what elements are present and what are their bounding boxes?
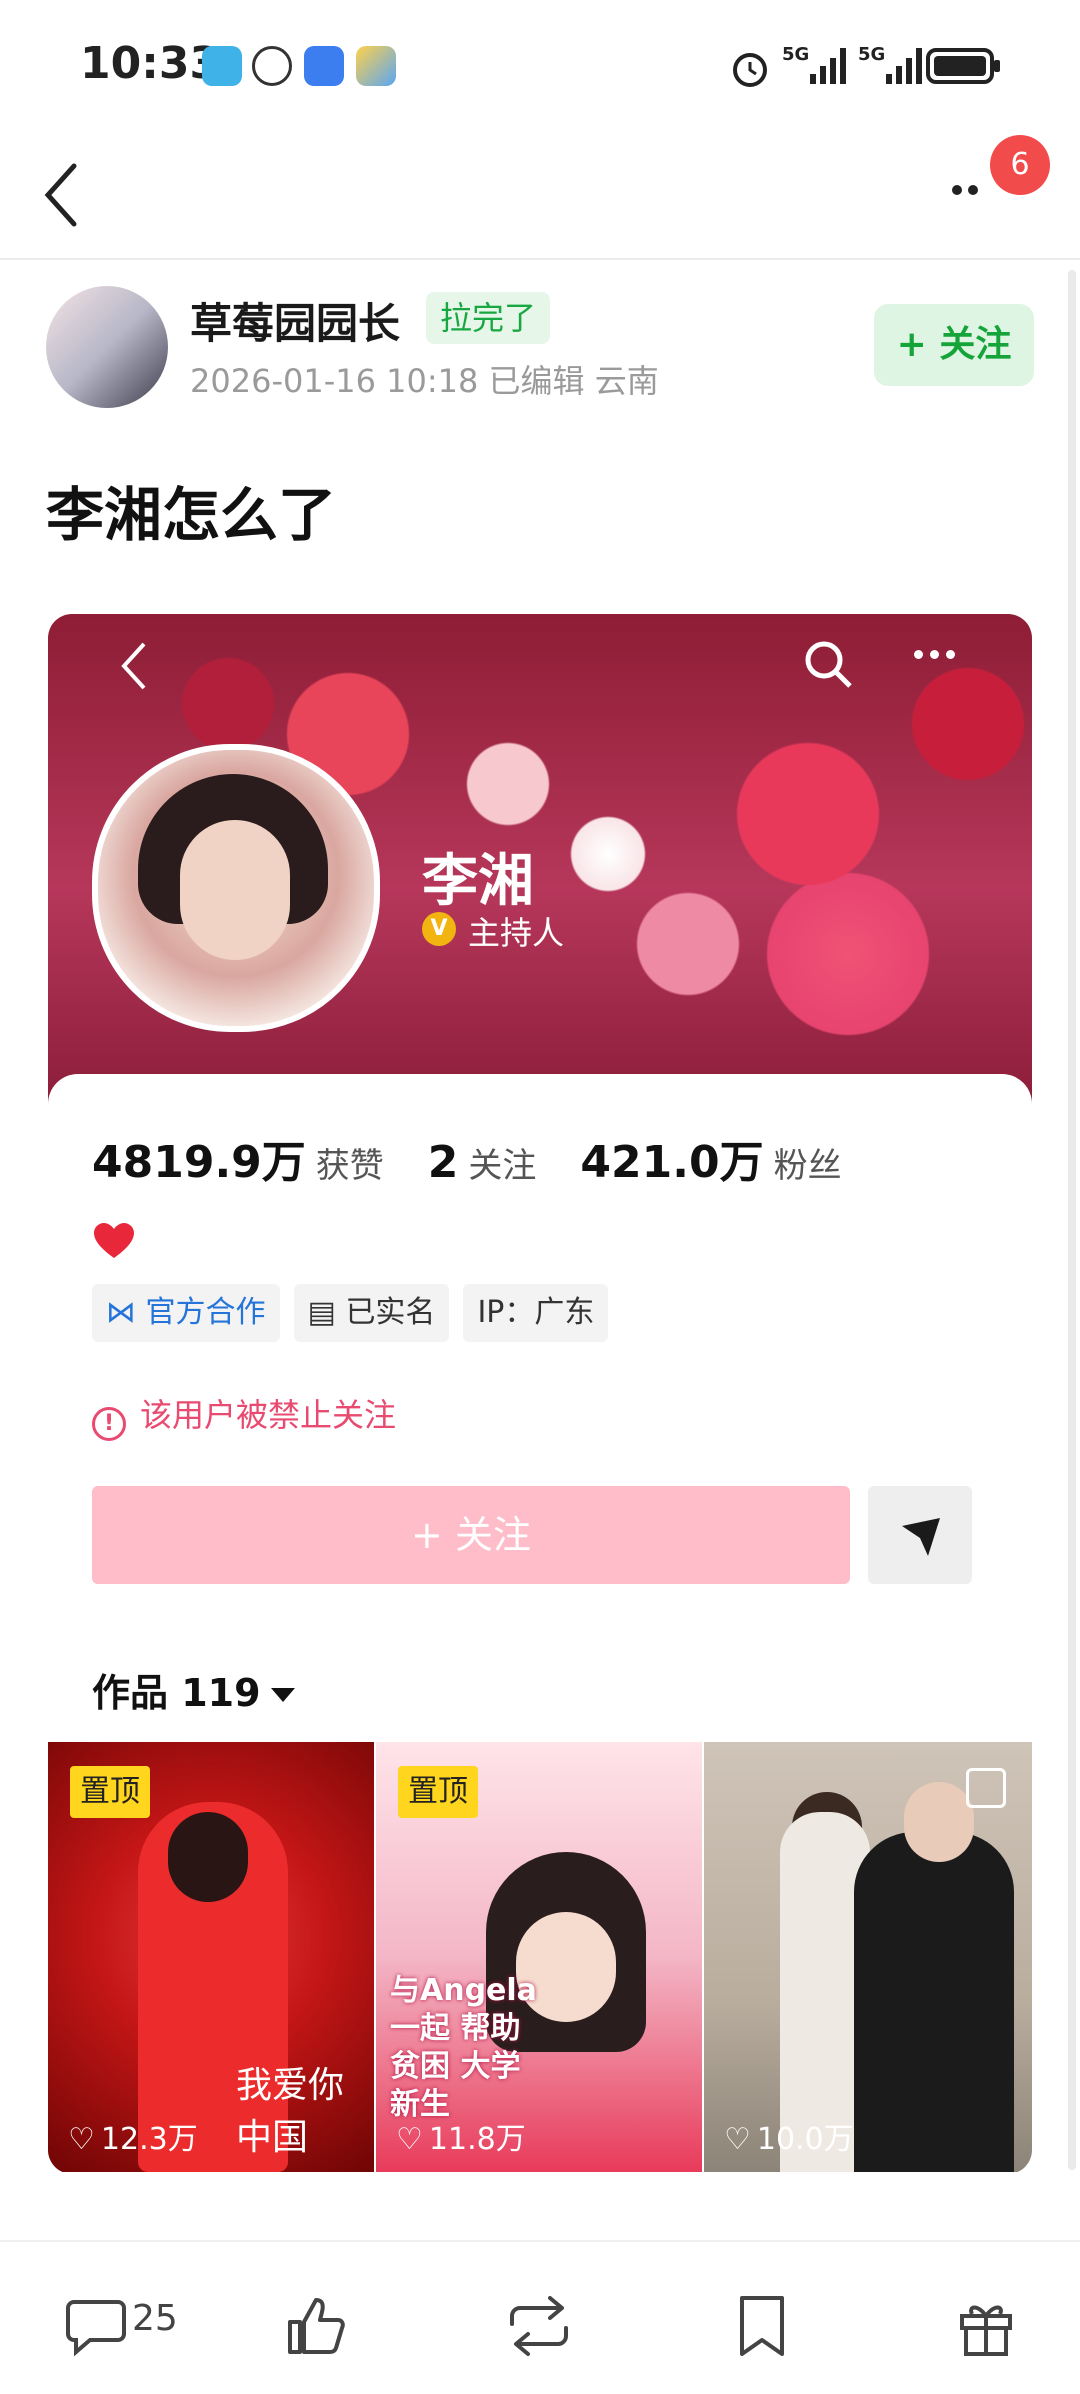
profile-name: 李湘	[422, 849, 534, 914]
notification-badge: 6	[990, 135, 1050, 195]
id-card-icon: ▤	[307, 1295, 346, 1330]
gift-icon[interactable]	[956, 2294, 1016, 2358]
likes-label: 获赞	[315, 1146, 384, 1186]
caret-down-icon	[270, 1688, 295, 1702]
svg-text:5G: 5G	[858, 44, 885, 65]
bookmark-icon[interactable]	[734, 2294, 790, 2358]
work-thumbnail: 我爱你中国 置顶 ♡ 12.3万	[48, 1742, 374, 2172]
status-bar: 10:33 5G 5G	[0, 0, 1080, 132]
followers-label: 粉丝	[773, 1146, 842, 1186]
back-icon[interactable]	[40, 160, 80, 230]
post-meta: 2026-01-16 10:18 已编辑 云南	[190, 362, 659, 400]
works-grid: 我爱你中国 置顶 ♡ 12.3万 与Angela 一起 帮助贫困 大学新生 置顶 …	[48, 1742, 1032, 2172]
profile-tags: ⋈ 官方合作 ▤ 已实名 IP：广东	[92, 1284, 622, 1342]
scrollbar[interactable]	[1068, 270, 1076, 2170]
thumbnail-likes: ♡ 12.3万	[68, 2122, 198, 2157]
thumbnail-text: 我爱你中国	[236, 2065, 345, 2158]
top-nav	[0, 132, 1080, 260]
warning-icon: !	[92, 1407, 126, 1441]
following-count: 2	[427, 1137, 459, 1188]
more-menu-icon[interactable]	[952, 180, 984, 199]
heart-outline-icon: ♡	[68, 2122, 95, 2157]
send-message-button	[868, 1486, 972, 1584]
back-icon	[121, 642, 146, 690]
ip-location-tag: IP：广东	[463, 1284, 609, 1342]
likes-count: 4819.9万	[92, 1137, 306, 1188]
chat-app-icon	[304, 46, 344, 86]
profile-banner: 李湘 V 主持人	[48, 614, 1032, 1114]
thumbnail-caption: 与Angela 一起 帮助贫困 大学新生	[390, 1973, 537, 2122]
comment-icon[interactable]	[64, 2294, 128, 2358]
handshake-icon: ⋈	[106, 1295, 146, 1330]
thumbnail-likes: ♡ 11.8万	[396, 2122, 526, 2157]
post-title: 李湘怎么了	[46, 481, 337, 549]
alarm-icon	[733, 53, 767, 87]
profile-role: 主持人	[468, 914, 565, 952]
profile-avatar	[92, 744, 380, 1032]
work-thumbnail: ♡ 10.0万	[704, 1742, 1032, 2172]
following-label: 关注	[468, 1146, 537, 1186]
profile-stats: 4819.9万 获赞 2 关注 421.0万 粉丝	[92, 1126, 886, 1190]
official-partner-tag: ⋈ 官方合作	[92, 1284, 280, 1342]
signal-5g-icon: 5G	[782, 44, 846, 84]
pinned-badge: 置顶	[70, 1766, 150, 1818]
more-icon	[914, 644, 962, 663]
weather-app-icon	[356, 46, 396, 86]
works-tab: 作品 119	[92, 1662, 295, 1717]
author-name[interactable]: 草莓园园长	[190, 290, 400, 351]
embedded-profile-screenshot[interactable]: 李湘 V 主持人 4819.9万 获赞 2 关注 421.0万 粉丝 ⋈ 官方合作 ▤ 已实…	[48, 614, 1032, 2174]
battery-icon	[926, 48, 1000, 84]
follow-profile-button: + 关注	[92, 1486, 850, 1584]
author-tag: 拉完了	[426, 292, 551, 344]
follow-author-button[interactable]: + 关注	[874, 304, 1034, 386]
search-icon	[805, 641, 852, 688]
heart-outline-icon: ♡	[724, 2122, 751, 2157]
like-icon[interactable]	[284, 2294, 348, 2358]
svg-text:5G: 5G	[782, 44, 809, 65]
hand-icon	[252, 46, 292, 86]
multi-image-icon	[966, 1768, 1006, 1808]
clock: 10:33	[80, 38, 221, 89]
author-avatar[interactable]	[46, 286, 168, 408]
pinned-badge: 置顶	[398, 1766, 478, 1818]
heart-outline-icon: ♡	[396, 2122, 423, 2157]
signal-5g-icon-2: 5G	[858, 44, 922, 84]
work-thumbnail: 与Angela 一起 帮助贫困 大学新生 置顶 ♡ 11.8万	[376, 1742, 702, 2172]
repost-icon[interactable]	[504, 2294, 574, 2358]
thumbnail-likes: ♡ 10.0万	[724, 2122, 854, 2157]
verified-badge-icon: V	[422, 912, 456, 946]
ban-notice: ! 该用户被禁止关注	[92, 1390, 396, 1441]
book-app-icon	[202, 46, 242, 86]
bottom-action-bar: 25	[0, 2240, 1080, 2394]
verified-identity-tag: ▤ 已实名	[293, 1284, 450, 1342]
followers-count: 421.0万	[580, 1137, 764, 1188]
heart-icon	[94, 1223, 134, 1258]
comment-count[interactable]: 25	[132, 2298, 178, 2339]
